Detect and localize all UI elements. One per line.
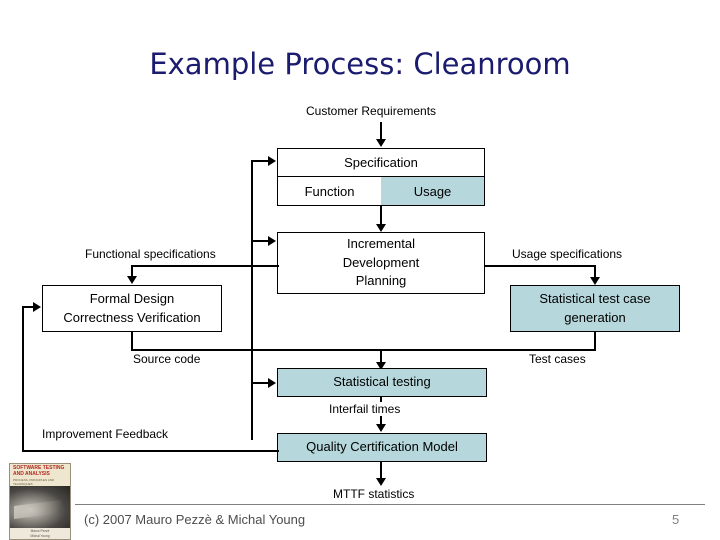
- connector-test-cases-horizontal: [380, 349, 596, 351]
- book-author-2: Michal Young: [30, 533, 50, 538]
- node-label: Formal Design Correctness Verification: [63, 290, 201, 325]
- node-specification[interactable]: Specification Function Usage: [277, 148, 485, 206]
- page-title: Example Process: Cleanroom: [149, 47, 571, 81]
- node-statistical-testing[interactable]: Statistical testing: [277, 368, 487, 397]
- book-cover-thumbnail: SOFTWARE TESTING AND ANALYSIS PROCESS, P…: [9, 463, 71, 540]
- edge-label-functional-specifications: Functional specifications: [85, 247, 216, 261]
- node-label: Statistical test case generation: [539, 290, 651, 325]
- connector-spec-to-incremental: [380, 206, 382, 226]
- arrow-down-icon: [376, 478, 386, 486]
- arrow-down-icon: [376, 139, 386, 147]
- connector-customer-to-spec: [380, 122, 382, 140]
- connector-test-cases-drop: [594, 332, 596, 350]
- node-label: Quality Certification Model: [306, 439, 458, 455]
- arrow-down-icon: [590, 277, 600, 285]
- arrow-down-icon: [127, 276, 137, 284]
- node-incremental-development-planning[interactable]: Incremental Development Planning: [277, 232, 485, 294]
- footer-credit: (c) 2007 Mauro Pezzè & Michal Young: [84, 512, 306, 527]
- arrow-down-icon: [376, 224, 386, 232]
- node-formal-design-correctness-verification[interactable]: Formal Design Correctness Verification: [42, 285, 222, 332]
- edge-label-source-code: Source code: [133, 352, 201, 366]
- book-title-line-2: AND ANALYSIS: [13, 471, 50, 477]
- connector-riser-to-statistical-testing: [251, 382, 269, 384]
- footer-divider: [75, 504, 705, 505]
- book-cover-footer: Mauro Pezzè Michal Young: [10, 528, 70, 539]
- edge-label-usage-specifications: Usage specifications: [512, 247, 623, 261]
- node-label: Incremental Development Planning: [342, 235, 420, 289]
- connector-riser-to-spec: [251, 160, 269, 162]
- book-cover-subtitle: PROCESS, PRINCIPLES AND TECHNIQUES: [13, 478, 55, 486]
- edge-label-interfail-times: Interfail times: [326, 402, 404, 416]
- book-cover-title: SOFTWARE TESTING AND ANALYSIS: [13, 465, 64, 477]
- specification-cell-function[interactable]: Function: [278, 177, 381, 205]
- connector-improvement-feedback-vertical: [22, 306, 24, 451]
- specification-header: Specification: [278, 149, 484, 177]
- specification-cell-usage[interactable]: Usage: [381, 177, 484, 205]
- slide-canvas: Example Process: Cleanroom Customer Requ…: [0, 0, 720, 540]
- edge-label-mttf-statistics: MTTF statistics: [333, 487, 415, 501]
- connector-source-code-drop: [131, 332, 133, 350]
- connector-functional-spec-horizontal: [131, 265, 279, 267]
- arrow-down-icon: [376, 424, 386, 432]
- arrow-right-icon: [33, 302, 41, 312]
- page-number: 5: [672, 512, 680, 527]
- arrow-right-icon: [268, 236, 276, 246]
- node-quality-certification-model[interactable]: Quality Certification Model: [277, 433, 487, 462]
- book-author-1: Mauro Pezzè: [30, 529, 50, 533]
- node-statistical-test-case-generation[interactable]: Statistical test case generation: [510, 285, 680, 332]
- edge-label-customer-requirements: Customer Requirements: [306, 104, 437, 118]
- book-cover-photo: [10, 486, 70, 530]
- connector-source-code-horizontal: [131, 349, 381, 351]
- connector-feedback-riser: [251, 160, 253, 440]
- node-label: Statistical testing: [333, 374, 431, 390]
- specification-cells: Function Usage: [278, 177, 484, 205]
- connector-usage-spec-horizontal: [484, 265, 596, 267]
- connector-improvement-feedback-horizontal: [22, 450, 279, 452]
- arrow-right-icon: [268, 156, 276, 166]
- arrow-right-icon: [268, 378, 276, 388]
- edge-label-improvement-feedback: Improvement Feedback: [42, 427, 169, 441]
- edge-label-test-cases: Test cases: [529, 352, 586, 366]
- connector-riser-to-incremental: [251, 240, 269, 242]
